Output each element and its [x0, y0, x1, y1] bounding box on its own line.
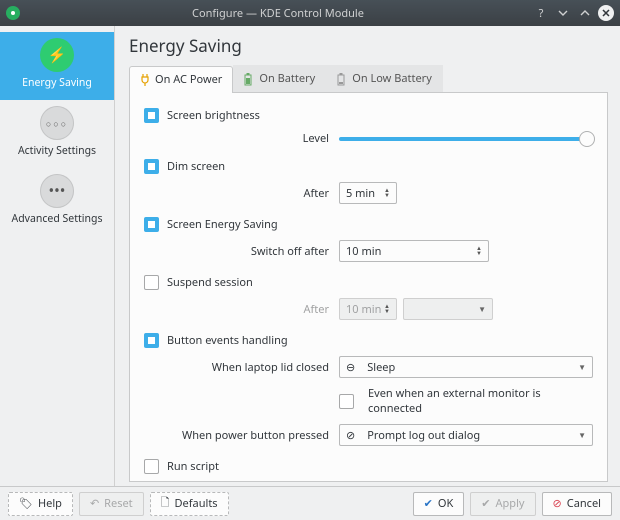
- sidebar-item-label: Advanced Settings: [2, 212, 112, 226]
- sidebar-item-advanced-settings[interactable]: ••• Advanced Settings: [0, 168, 114, 236]
- ok-button[interactable]: ✔ OK: [413, 492, 465, 516]
- label-button-events: Button events handling: [167, 333, 288, 348]
- label-lid-closed: When laptop lid closed: [144, 360, 339, 375]
- window-title: Configure — KDE Control Module: [28, 6, 528, 21]
- bolt-icon: ⚡: [40, 38, 74, 72]
- label-switch-off-after: Switch off after: [144, 244, 339, 259]
- sidebar: ⚡ Energy Saving ○○○ Activity Settings ••…: [0, 26, 115, 486]
- defaults-button[interactable]: 🗋 Defaults: [150, 492, 229, 516]
- sidebar-item-label: Activity Settings: [2, 144, 112, 158]
- power-button-value: Prompt log out dialog: [367, 428, 480, 443]
- label-suspend-after: After: [144, 302, 339, 317]
- label-dim-screen: Dim screen: [167, 159, 225, 174]
- close-icon[interactable]: ✕: [598, 5, 614, 21]
- lid-action-value: Sleep: [367, 360, 395, 375]
- spinner-arrows-icon[interactable]: ▲▼: [476, 246, 482, 256]
- more-icon: •••: [40, 174, 74, 208]
- minimize-icon[interactable]: [554, 4, 572, 22]
- cancel-button[interactable]: ⊘ Cancel: [542, 492, 612, 516]
- battery-low-icon: [337, 72, 347, 86]
- checkbox-button-events[interactable]: [144, 333, 159, 348]
- check-icon: ✔: [424, 496, 433, 511]
- spinner-arrows-icon[interactable]: ▲▼: [384, 188, 390, 198]
- chevron-down-icon: ▼: [578, 430, 586, 441]
- checkbox-external-monitor[interactable]: [339, 394, 354, 409]
- label-power-button: When power button pressed: [144, 428, 339, 443]
- sidebar-item-label: Energy Saving: [2, 76, 112, 90]
- suspend-after-spinner: 10 min ▲▼: [339, 298, 397, 320]
- tab-label: On Low Battery: [352, 71, 432, 86]
- tab-low-battery[interactable]: On Low Battery: [326, 65, 443, 92]
- activity-icon: ○○○: [40, 106, 74, 140]
- label-screen-energy-saving: Screen Energy Saving: [167, 217, 278, 232]
- tab-on-battery[interactable]: On Battery: [233, 65, 326, 92]
- apply-button: ✔ Apply: [470, 492, 535, 516]
- switch-off-value: 10 min: [346, 244, 381, 259]
- label-run-script: Run script: [167, 459, 219, 474]
- label-dim-after: After: [144, 186, 339, 201]
- checkbox-screen-energy-saving[interactable]: [144, 217, 159, 232]
- page-title: Energy Saving: [129, 34, 608, 57]
- document-icon: 🗋: [161, 494, 170, 513]
- suspend-after-value: 10 min: [346, 302, 381, 317]
- help-icon[interactable]: ?: [532, 4, 550, 22]
- label-level: Level: [144, 131, 339, 146]
- cancel-icon: ⊘: [553, 496, 562, 511]
- checkbox-run-script[interactable]: [144, 459, 159, 474]
- brightness-slider[interactable]: [339, 137, 593, 141]
- dim-after-spinner[interactable]: 5 min ▲▼: [339, 182, 397, 204]
- tab-ac-power[interactable]: On AC Power: [129, 66, 233, 93]
- footer: 🏷 Help ↶ Reset 🗋 Defaults ✔ OK ✔ Apply ⊘…: [0, 486, 620, 520]
- checkbox-dim-screen[interactable]: [144, 159, 159, 174]
- sidebar-item-activity-settings[interactable]: ○○○ Activity Settings: [0, 100, 114, 168]
- sidebar-item-energy-saving[interactable]: ⚡ Energy Saving: [0, 32, 114, 100]
- plug-icon: [140, 73, 150, 87]
- tab-label: On Battery: [259, 71, 315, 86]
- label-suspend-session: Suspend session: [167, 275, 253, 290]
- checkbox-suspend-session[interactable]: [144, 275, 159, 290]
- chevron-down-icon: ▼: [578, 362, 586, 373]
- dim-after-value: 5 min: [346, 186, 375, 201]
- lid-action-combo[interactable]: ⊖ Sleep ▼: [339, 356, 593, 378]
- chevron-down-icon: ▼: [478, 304, 486, 315]
- battery-icon: [244, 72, 254, 86]
- help-button[interactable]: 🏷 Help: [8, 492, 73, 516]
- app-icon: [6, 6, 20, 20]
- titlebar: Configure — KDE Control Module ? ✕: [0, 0, 620, 26]
- tabbar: On AC Power On Battery On Low Battery: [129, 65, 608, 93]
- tab-label: On AC Power: [155, 72, 222, 87]
- logout-icon: ⊘: [346, 428, 355, 443]
- switch-off-spinner[interactable]: 10 min ▲▼: [339, 240, 489, 262]
- power-button-combo[interactable]: ⊘ Prompt log out dialog ▼: [339, 424, 593, 446]
- label-external-monitor: Even when an external monitor is connect…: [368, 386, 593, 416]
- label-screen-brightness: Screen brightness: [167, 108, 260, 123]
- sleep-icon: ⊖: [346, 360, 355, 375]
- help-icon: 🏷: [19, 496, 33, 511]
- undo-icon: ↶: [90, 496, 99, 511]
- reset-button: ↶ Reset: [79, 492, 144, 516]
- maximize-icon[interactable]: [576, 4, 594, 22]
- checkbox-screen-brightness[interactable]: [144, 108, 159, 123]
- tab-content: Screen brightness Level Dim screen After…: [129, 93, 608, 482]
- suspend-action-combo: ▼: [403, 298, 493, 320]
- check-icon: ✔: [481, 496, 490, 511]
- spinner-arrows-icon: ▲▼: [384, 304, 390, 314]
- slider-thumb[interactable]: [579, 131, 595, 147]
